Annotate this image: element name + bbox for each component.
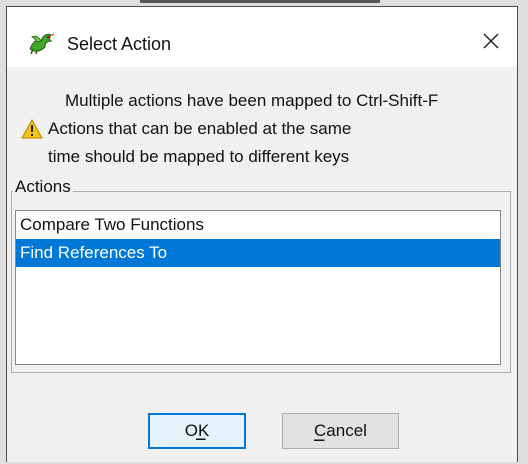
warning-icon [21,118,43,139]
dialog-title: Select Action [67,34,172,54]
message-line-2: Actions that can be enabled at the same [48,119,352,138]
ok-label-text: OK [184,421,210,440]
close-button[interactable] [471,23,511,59]
dragon-icon [27,29,55,55]
list-item-compare-two-functions[interactable]: Compare Two Functions [16,211,500,239]
list-item-find-references-to[interactable]: Find References To [16,239,500,267]
close-icon [483,33,499,49]
actions-group-label: Actions [13,177,73,197]
message-area: Multiple actions have been mapped to Ctr… [7,77,517,177]
cancel-label-text: Cancel [314,421,367,441]
ok-button-label: OK [184,421,210,441]
message-line-3: time should be mapped to different keys [48,147,350,166]
actions-list[interactable]: Compare Two Functions Find References To [15,210,501,365]
ok-button[interactable]: OK [148,413,246,449]
background-window-edge [140,0,380,3]
cancel-button[interactable]: Cancel [282,413,399,449]
title-bar[interactable]: Select Action [7,7,517,67]
message-line-1: Multiple actions have been mapped to Ctr… [65,91,439,110]
select-action-dialog: Select Action Multiple actions have been… [6,6,518,462]
dialog-content: Multiple actions have been mapped to Ctr… [7,67,517,462]
